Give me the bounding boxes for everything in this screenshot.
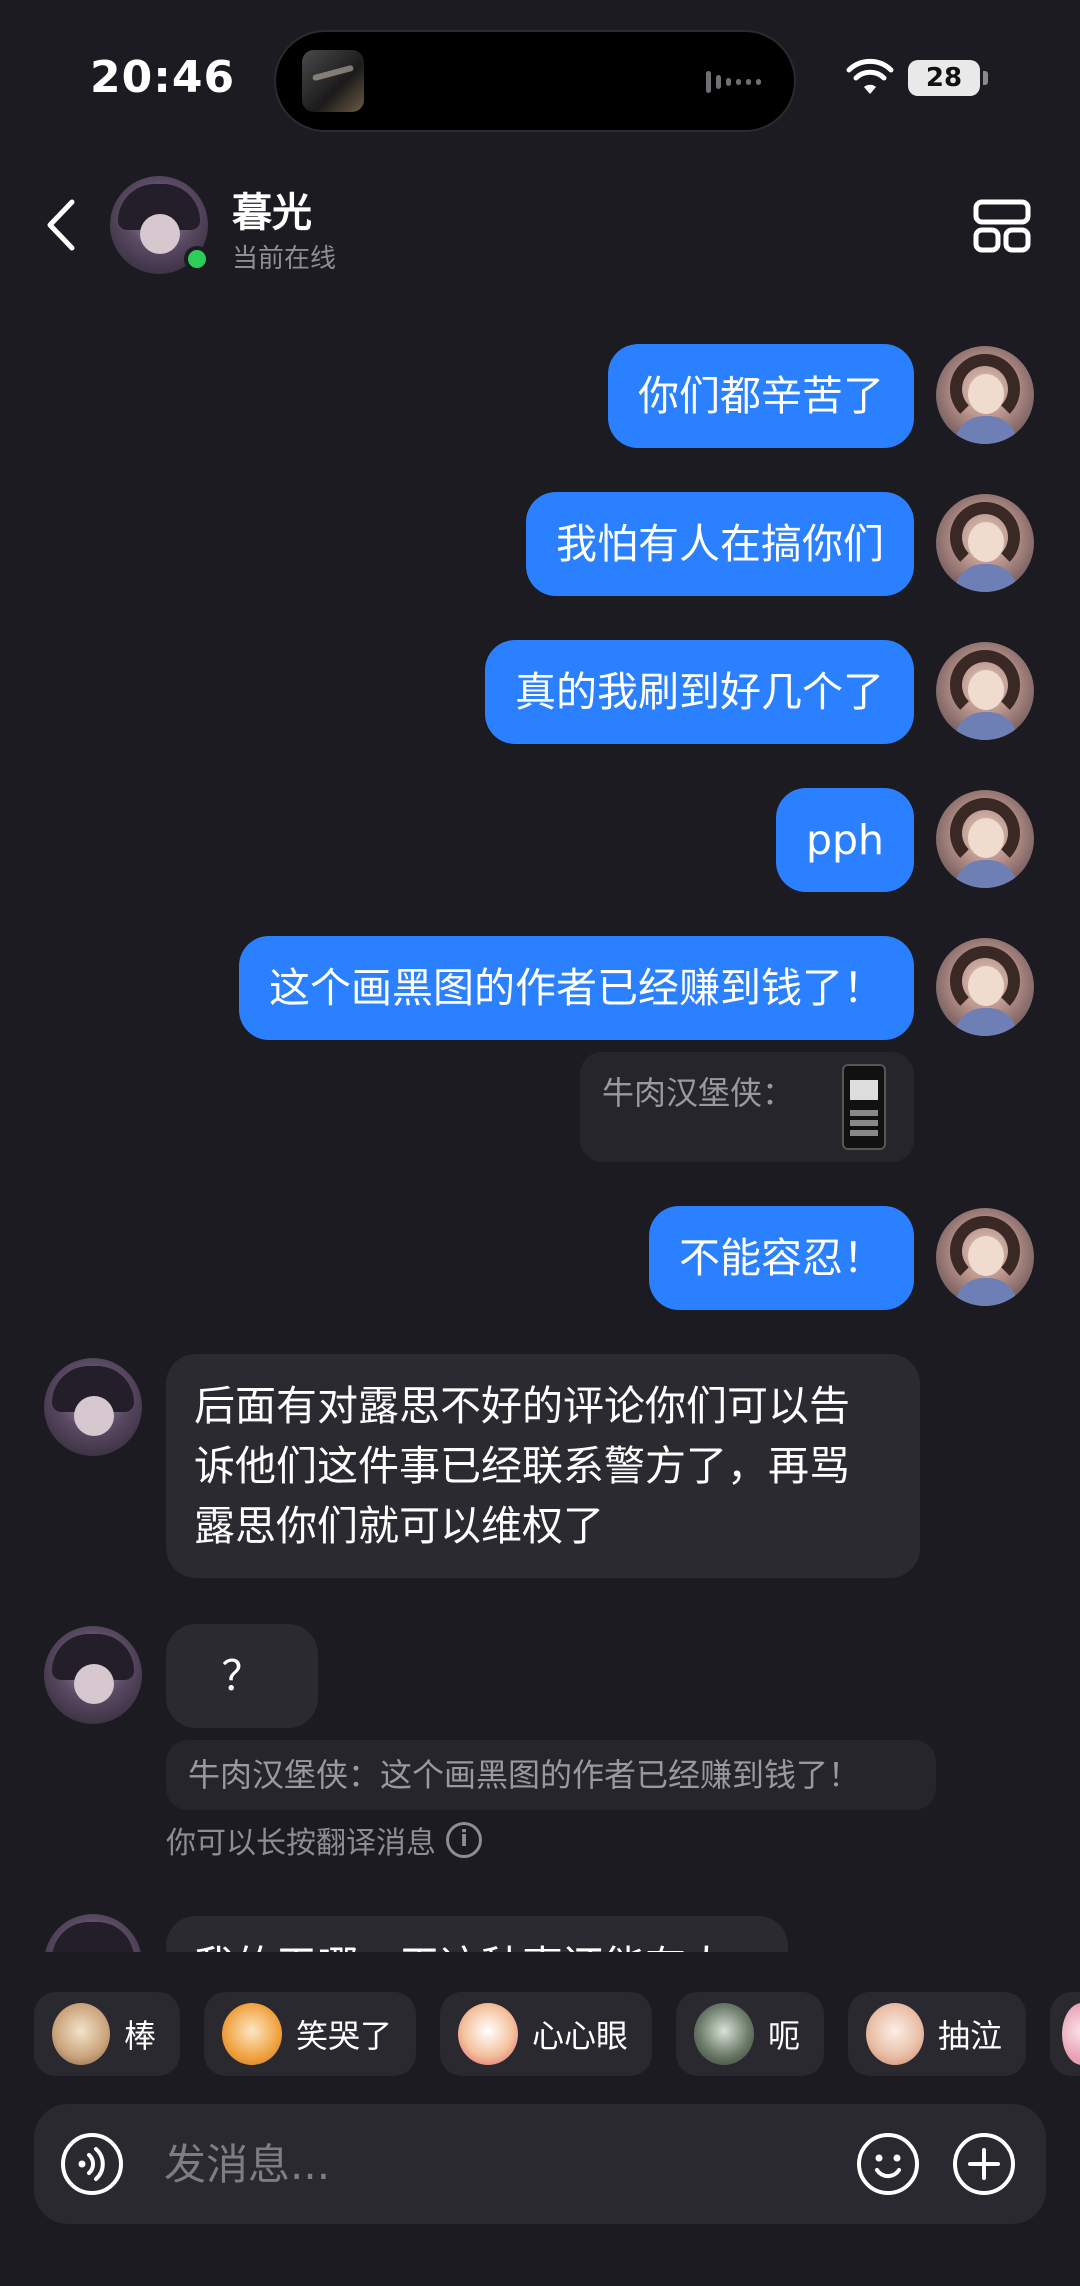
quoted-message-card[interactable]: 牛肉汉堡侠：这个画黑图的作者已经赚到钱了！ (166, 1740, 936, 1810)
sticker-chip[interactable]: 笑哭了 (204, 1992, 416, 2076)
battery-indicator: 28 (908, 60, 988, 96)
dog-heart-eyes-icon (458, 2003, 518, 2065)
online-status-dot (184, 246, 210, 272)
contact-message-avatar[interactable] (44, 1914, 142, 1952)
outgoing-message[interactable]: 不能容忍！ (649, 1206, 914, 1310)
message-line: 后面有对露思不好的评论你们可以告 (194, 1382, 850, 1430)
cat-sob-icon (866, 2003, 924, 2065)
plus-icon[interactable] (952, 2132, 1016, 2196)
sticker-suggestion-bar: 棒 笑哭了 心心眼 呃 抽泣 (0, 1986, 1080, 2082)
contact-online-status: 当前在线 (232, 244, 337, 274)
incoming-message[interactable]: ？ (166, 1624, 318, 1728)
album-art-icon (302, 50, 364, 112)
wifi-icon (846, 58, 894, 94)
my-avatar[interactable] (936, 938, 1034, 1036)
back-arrow-icon[interactable] (38, 196, 88, 254)
quoted-author: 牛肉汉堡侠： (602, 1074, 795, 1112)
my-avatar[interactable] (936, 346, 1034, 444)
outgoing-message[interactable]: 真的我刷到好几个了 (485, 640, 914, 744)
translate-hint-text: 你可以长按翻译消息 (166, 1826, 436, 1861)
incoming-message[interactable]: 后面有对露思不好的评论你们可以告 诉他们这件事已经联系警方了，再骂 露思你们就可… (166, 1354, 920, 1578)
partial-message-row: 我的天哪，天这种事还能有人 (0, 1900, 1080, 1952)
sticker-chip-partial[interactable] (1050, 1992, 1080, 2076)
sticker-chip[interactable]: 心心眼 (440, 1992, 652, 2076)
sticker-icon (1062, 2003, 1080, 2065)
message-input-bar (34, 2104, 1046, 2224)
my-avatar[interactable] (936, 790, 1034, 888)
my-avatar[interactable] (936, 642, 1034, 740)
sticker-chip[interactable]: 呃 (676, 1992, 824, 2076)
voice-input-icon[interactable] (60, 2132, 124, 2196)
contact-name[interactable]: 暮光 (232, 180, 312, 238)
status-bar: 20:46 28 (0, 0, 1080, 160)
dog-laugh-cry-icon (222, 2003, 282, 2065)
message-line: 露思你们就可以维权了 (194, 1502, 604, 1550)
audio-wave-icon (706, 68, 768, 96)
quoted-image-thumbnail[interactable] (842, 1064, 886, 1150)
dynamic-island[interactable] (274, 30, 796, 132)
layout-grid-icon[interactable] (972, 196, 1032, 256)
my-avatar[interactable] (936, 1208, 1034, 1306)
outgoing-message[interactable]: pph (775, 788, 914, 892)
info-icon[interactable]: i (446, 1822, 482, 1858)
translate-hint: 你可以长按翻译消息 i (166, 1818, 482, 1862)
cat-speechless-icon (694, 2003, 754, 2065)
outgoing-message[interactable]: 你们都辛苦了 (608, 344, 914, 448)
message-line: 诉他们这件事已经联系警方了，再骂 (194, 1442, 850, 1490)
outgoing-message[interactable]: 我怕有人在搞你们 (526, 492, 914, 596)
contact-message-avatar[interactable] (44, 1626, 142, 1724)
sticker-chip[interactable]: 抽泣 (848, 1992, 1026, 2076)
quoted-message-card[interactable]: 牛肉汉堡侠： (580, 1052, 914, 1162)
my-avatar[interactable] (936, 494, 1034, 592)
status-time: 20:46 (90, 52, 236, 103)
sticker-chip[interactable]: 棒 (34, 1992, 180, 2076)
contact-message-avatar[interactable] (44, 1358, 142, 1456)
chat-header: 暮光 当前在线 (0, 160, 1080, 290)
message-input[interactable] (164, 2104, 864, 2224)
outgoing-message[interactable]: 这个画黑图的作者已经赚到钱了！ (239, 936, 914, 1040)
cat-thumbs-up-icon (52, 2003, 110, 2065)
emoji-icon[interactable] (856, 2132, 920, 2196)
incoming-message[interactable]: 我的天哪，天这种事还能有人 (166, 1916, 788, 1952)
